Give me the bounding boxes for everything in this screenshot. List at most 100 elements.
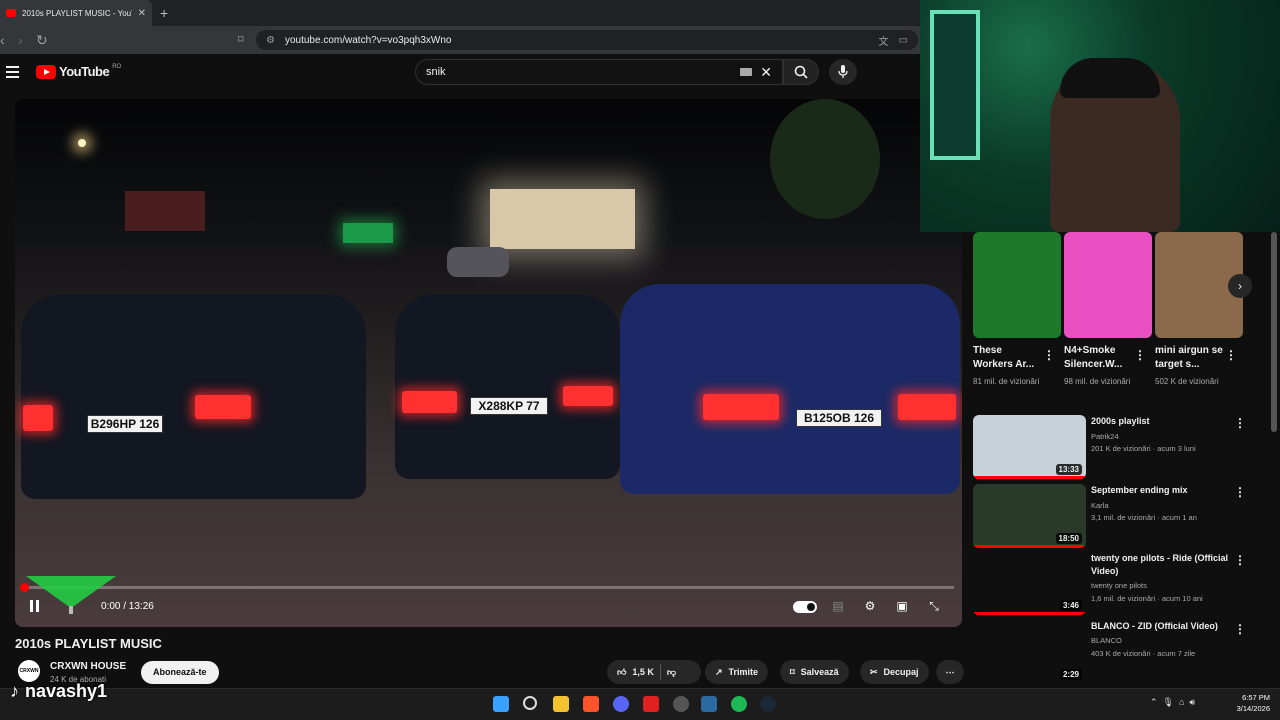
channel-name[interactable]: BLANCO bbox=[1091, 635, 1122, 647]
tab-title: 2010s PLAYLIST MUSIC - YouTube bbox=[22, 8, 132, 18]
video-title[interactable]: twenty one pilots - Ride (Official Video… bbox=[1091, 552, 1231, 578]
channel-name[interactable]: Patrik24 bbox=[1091, 431, 1119, 443]
discord-icon[interactable] bbox=[613, 696, 629, 712]
subtitles-icon[interactable]: ▤ bbox=[828, 599, 848, 615]
more-vert-icon[interactable]: ⋮ bbox=[1234, 622, 1246, 636]
spotify-icon[interactable] bbox=[731, 696, 747, 712]
video-meta: 1,6 mil. de vizionări · acum 10 ani bbox=[1091, 594, 1203, 603]
site-info-icon[interactable]: ⚙ bbox=[266, 35, 275, 46]
close-tab-icon[interactable]: ✕ bbox=[138, 8, 146, 19]
clip-label: Decupaj bbox=[883, 667, 919, 677]
new-tab-icon[interactable]: + bbox=[160, 5, 168, 21]
more-vert-icon[interactable]: ⋮ bbox=[1234, 416, 1246, 430]
brave-browser-icon[interactable] bbox=[583, 696, 599, 712]
license-plate: X288KP 77 bbox=[470, 397, 548, 415]
miniplayer-icon[interactable]: ▣ bbox=[892, 599, 912, 615]
short-title[interactable]: N4+Smoke Silencer.W... bbox=[1064, 344, 1134, 372]
youtube-wordmark: YouTube bbox=[59, 64, 110, 79]
url-bar[interactable]: ⚙ youtube.com/watch?v=vo3pqh3xWno 文 ▭ bbox=[256, 30, 918, 50]
more-vert-icon[interactable]: ⋮ bbox=[1043, 348, 1055, 362]
region-code: RO bbox=[112, 64, 122, 70]
subscribe-button[interactable]: Abonează-te bbox=[141, 661, 219, 684]
duration-badge: 13:33 bbox=[1055, 464, 1082, 475]
voice-search-button[interactable] bbox=[829, 59, 857, 85]
video-thumbnail[interactable]: 18:50 bbox=[973, 484, 1086, 548]
video-thumbnail[interactable]: 3:46 bbox=[973, 551, 1086, 615]
lit-kiosk bbox=[490, 189, 635, 249]
steam-icon[interactable] bbox=[760, 696, 776, 712]
channel-name[interactable]: twenty one pilots bbox=[1091, 580, 1147, 592]
search-button[interactable] bbox=[783, 59, 819, 85]
short-title[interactable]: These Workers Ar... bbox=[973, 344, 1043, 372]
clip-button[interactable]: ✂ Decupaj bbox=[860, 660, 929, 684]
more-vert-icon[interactable]: ⋮ bbox=[1225, 348, 1237, 362]
hamburger-menu-icon[interactable] bbox=[6, 66, 19, 78]
short-title[interactable]: mini airgun se target s... bbox=[1155, 344, 1225, 372]
youtube-logo[interactable]: YouTube RO bbox=[36, 64, 121, 79]
channel-name[interactable]: Karla bbox=[1091, 500, 1109, 512]
license-plate: B296HP 126 bbox=[87, 415, 163, 433]
video-thumbnail[interactable]: 2:29 bbox=[973, 620, 1086, 684]
forward-icon[interactable]: › bbox=[18, 32, 23, 48]
cast-icon[interactable]: ▭ bbox=[899, 35, 908, 46]
more-vert-icon[interactable]: ⋮ bbox=[1134, 348, 1146, 362]
folder-icon[interactable] bbox=[553, 696, 569, 712]
video-thumbnail[interactable]: 13:33 bbox=[973, 415, 1086, 479]
share-icon: ↗ bbox=[715, 666, 723, 677]
youtube-app-icon[interactable] bbox=[643, 696, 659, 712]
app-icon[interactable] bbox=[701, 696, 717, 712]
browser-tab[interactable]: 2010s PLAYLIST MUSIC - YouTube ✕ bbox=[0, 0, 152, 26]
short-thumbnail[interactable] bbox=[973, 232, 1061, 338]
autoplay-toggle[interactable] bbox=[793, 601, 817, 613]
search-input[interactable]: snik ✕ bbox=[415, 59, 783, 85]
video-title[interactable]: BLANCO - ZID (Official Video) bbox=[1091, 620, 1231, 633]
pause-button[interactable] bbox=[30, 600, 42, 614]
like-icon[interactable]: 👍︎ bbox=[617, 667, 626, 678]
keyboard-icon[interactable] bbox=[740, 68, 753, 76]
more-vert-icon[interactable]: ⋮ bbox=[1234, 485, 1246, 499]
street-lamp bbox=[78, 139, 86, 147]
scrollbar[interactable] bbox=[1271, 232, 1277, 432]
save-button[interactable]: ⌑ Salvează bbox=[780, 660, 849, 684]
scissors-icon: ✂ bbox=[870, 666, 878, 677]
short-views: 502 K de vizionări bbox=[1155, 377, 1219, 386]
video-meta: 403 K de vizionări · acum 7 zile bbox=[1091, 649, 1196, 658]
channel-avatar[interactable]: CRXWN bbox=[18, 660, 40, 682]
start-icon[interactable] bbox=[493, 696, 509, 712]
car-left bbox=[21, 294, 366, 499]
save-label: Salvează bbox=[800, 667, 839, 677]
more-vert-icon[interactable]: ⋮ bbox=[1234, 553, 1246, 567]
duration-badge: 2:29 bbox=[1059, 669, 1082, 680]
translate-icon[interactable]: 文 bbox=[879, 33, 889, 48]
taskbar-clock[interactable]: 6:57 PM 3/14/2026 bbox=[1226, 692, 1270, 714]
tail-light bbox=[703, 394, 779, 420]
short-thumbnail[interactable] bbox=[1064, 232, 1152, 338]
search-icon bbox=[794, 65, 808, 79]
back-icon[interactable]: ‹ bbox=[0, 32, 5, 48]
next-chevron-icon[interactable]: › bbox=[1228, 274, 1252, 298]
share-button[interactable]: ↗ Trimite bbox=[705, 660, 769, 684]
video-title[interactable]: 2000s playlist bbox=[1091, 415, 1231, 428]
car-right bbox=[620, 284, 960, 494]
obs-icon[interactable] bbox=[673, 696, 689, 712]
more-actions-button[interactable]: ⋯ bbox=[936, 660, 964, 684]
shorts-shelf: These Workers Ar... 81 mil. de vizionări… bbox=[973, 232, 1253, 412]
video-player[interactable]: B296HP 126 X288KP 77 B125OB 126 bbox=[15, 99, 962, 627]
bookmark-icon[interactable]: ⌑ bbox=[238, 33, 244, 46]
video-title[interactable]: September ending mix bbox=[1091, 484, 1231, 497]
share-label: Trimite bbox=[728, 667, 759, 677]
channel-name[interactable]: CRXWN HOUSE bbox=[50, 661, 126, 672]
settings-icon[interactable]: ⚙ bbox=[860, 599, 880, 615]
tail-light bbox=[898, 394, 956, 420]
video-time: 0:00 / 13:26 bbox=[101, 601, 154, 612]
fullscreen-icon[interactable]: ⤡ bbox=[924, 599, 944, 615]
more-icon: ⋯ bbox=[945, 666, 955, 677]
system-tray[interactable]: ⌃ 🎙︎ ⌂ 🔊︎ bbox=[1150, 697, 1195, 708]
youtube-play-icon bbox=[36, 64, 56, 79]
search-icon[interactable] bbox=[523, 696, 537, 710]
reload-icon[interactable]: ↻ bbox=[36, 32, 48, 49]
video-progress-bar[interactable] bbox=[23, 586, 954, 589]
dislike-icon[interactable]: 👎︎ bbox=[667, 667, 676, 678]
like-count[interactable]: 1,5 K bbox=[632, 667, 654, 677]
clear-search-icon[interactable]: ✕ bbox=[760, 64, 772, 81]
